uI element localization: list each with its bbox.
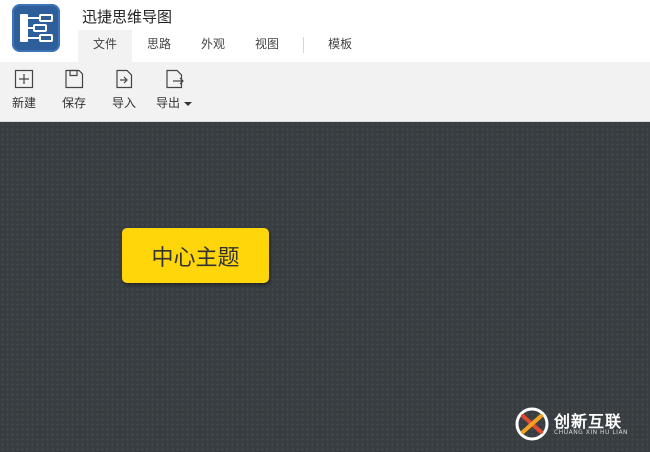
mindmap-canvas[interactable]: 中心主题: [0, 122, 650, 452]
save-button[interactable]: 保存: [54, 68, 94, 111]
new-label: 新建: [11, 96, 36, 110]
menu-tabs: 文件 思路 外观 视图 模板: [78, 30, 367, 62]
chevron-down-icon[interactable]: [184, 101, 192, 106]
tab-divider: [303, 37, 305, 53]
save-icon: [65, 69, 84, 89]
tab-view[interactable]: 视图: [240, 30, 294, 62]
import-button[interactable]: 导入: [104, 68, 144, 111]
watermark-subtext: CHUANG XIN HU LIAN: [554, 429, 629, 436]
save-label: 保存: [61, 96, 86, 110]
central-topic-node[interactable]: 中心主题: [122, 228, 269, 283]
brand-logo-icon: [515, 407, 549, 441]
title-bar: 迅捷思维导图 文件 思路 外观 视图 模板: [0, 0, 650, 62]
file-toolbar: 新建 保存 导入 导出: [0, 62, 650, 122]
watermark: 创新互联 CHUANG XIN HU LIAN: [514, 404, 644, 444]
tab-ideas[interactable]: 思路: [132, 30, 186, 62]
export-label: 导出: [155, 96, 180, 110]
tab-file[interactable]: 文件: [78, 30, 133, 62]
mindmap-logo-icon: [12, 4, 60, 52]
app-title: 迅捷思维导图: [82, 8, 173, 26]
new-file-icon: [14, 69, 34, 89]
export-button[interactable]: 导出: [150, 68, 198, 111]
import-icon: [116, 69, 133, 89]
import-label: 导入: [111, 96, 136, 110]
tab-appearance[interactable]: 外观: [186, 30, 240, 62]
new-button[interactable]: 新建: [4, 68, 44, 111]
tab-template[interactable]: 模板: [313, 30, 367, 62]
export-icon: [166, 69, 184, 89]
